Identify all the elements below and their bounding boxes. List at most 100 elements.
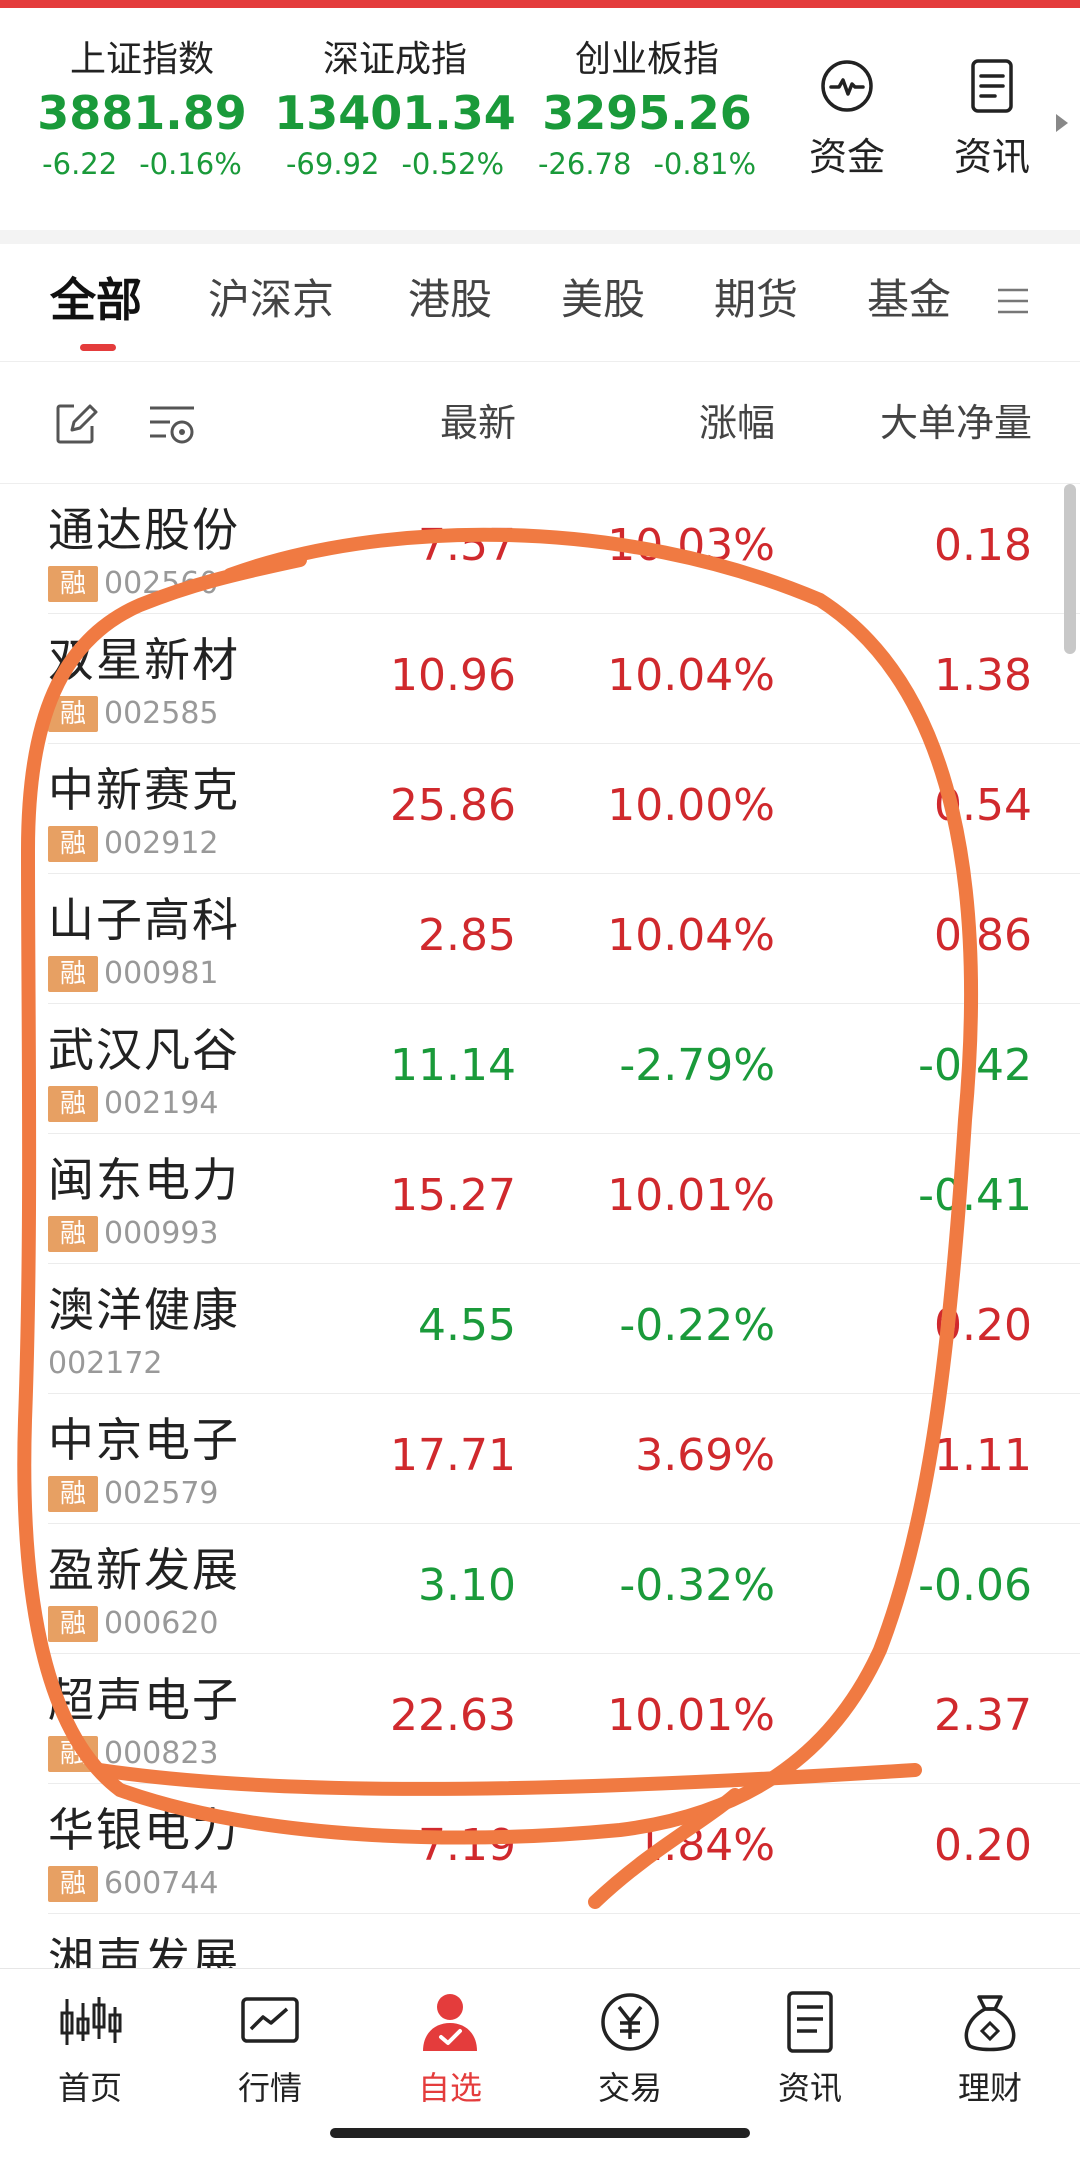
stock-name: 湘声发展	[48, 1933, 240, 1970]
table-row[interactable]: 澳洋健康 002172 4.55 -0.22% 0.20	[0, 1264, 1080, 1394]
active-tab-indicator	[80, 344, 116, 351]
stock-change-pct: -2.79%	[619, 1040, 775, 1091]
tab-hk-stocks[interactable]: 港股	[408, 272, 492, 328]
stock-big-order-net: 0.54	[934, 780, 1032, 831]
stock-code: 002194	[104, 1086, 219, 1121]
index-shenzhen[interactable]: 深证成指 13401.34 -69.92 -0.52%	[265, 38, 525, 184]
index-name: 上证指数	[69, 39, 214, 80]
stock-change-pct: 10.04%	[607, 650, 775, 701]
stock-name: 中新赛克	[48, 763, 240, 817]
margin-badge: 融	[48, 826, 98, 862]
tab-funds[interactable]: 基金	[867, 272, 951, 328]
table-row[interactable]: 中京电子融 002579 17.71 3.69% 1.11	[0, 1394, 1080, 1524]
menu-icon[interactable]	[996, 284, 1030, 318]
stock-price: 4.55	[418, 1300, 516, 1351]
stock-change-pct: 10.03%	[607, 520, 775, 571]
table-row[interactable]: 武汉凡谷融 002194 11.14 -2.79% -0.42	[0, 1004, 1080, 1134]
table-row[interactable]: 盈新发展融 000620 3.10 -0.32% -0.06	[0, 1524, 1080, 1654]
column-change-pct[interactable]: 涨幅	[560, 398, 775, 448]
stock-change-pct: 10.01%	[607, 1690, 775, 1741]
stock-name: 武汉凡谷	[48, 1023, 240, 1077]
funds-label: 资金	[808, 135, 885, 179]
document-icon	[971, 59, 1013, 113]
nav-home[interactable]: 首页	[20, 1989, 160, 2109]
nav-news-label: 资讯	[777, 2069, 842, 2107]
table-row[interactable]: 山子高科融 000981 2.85 10.04% 0.86	[0, 874, 1080, 1004]
margin-badge: 融	[48, 1736, 98, 1772]
chevron-right-icon[interactable]	[1052, 108, 1072, 138]
index-ticker-bar: 上证指数 3881.89 -6.22 -0.16% 深证成指 13401.34 -…	[0, 8, 1080, 230]
stock-code-line: 融 002579	[48, 1476, 219, 1512]
stock-price: 3.10	[418, 1560, 516, 1611]
index-change: -69.92	[285, 147, 380, 181]
stock-code-line: 融 002560	[48, 566, 219, 602]
market-tabs: 全部 沪深京 港股 美股 期货 基金	[0, 244, 1080, 362]
margin-badge: 融	[48, 1476, 98, 1512]
scrollbar[interactable]	[1064, 484, 1076, 654]
stock-big-order-net: 0.20	[934, 1820, 1032, 1871]
stock-big-order-net: -0.42	[918, 1040, 1032, 1091]
nav-wealth[interactable]: 理财	[920, 1989, 1060, 2109]
stock-price: 15.27	[390, 1170, 516, 1221]
tab-shanghai-shenzhen-beijing[interactable]: 沪深京	[208, 272, 334, 328]
stock-change-pct: -0.32%	[619, 1560, 775, 1611]
table-row[interactable]: 华银电力融 600744 7.19 1.84% 0.20	[0, 1784, 1080, 1914]
tab-futures[interactable]: 期货	[714, 272, 798, 328]
table-row[interactable]: 中新赛克融 002912 25.86 10.00% 0.54	[0, 744, 1080, 874]
stock-change-pct: 10.01%	[607, 1170, 775, 1221]
margin-badge: 融	[48, 696, 98, 732]
money-bag-icon	[964, 1995, 1016, 2052]
nav-market[interactable]: 行情	[200, 1989, 340, 2109]
nav-market-label: 行情	[237, 2069, 302, 2107]
stock-code: 002172	[48, 1346, 163, 1381]
nav-news[interactable]: 资讯	[740, 1989, 880, 2109]
margin-badge: 融	[48, 1216, 98, 1252]
index-shanghai[interactable]: 上证指数 3881.89 -6.22 -0.16%	[12, 38, 272, 184]
table-row[interactable]: 闽东电力融 000993 15.27 10.01% -0.41	[0, 1134, 1080, 1264]
index-chinext[interactable]: 创业板指 3295.26 -26.78 -0.81%	[517, 38, 777, 184]
table-row[interactable]: 通达股份融 002560 7.57 10.03% 0.18	[0, 484, 1080, 614]
stock-price: 11.14	[390, 1040, 516, 1091]
watchlist: 通达股份融 002560 7.57 10.03% 0.18 双星新材融 002585 10.9…	[0, 484, 1080, 1970]
index-pct: -0.81%	[653, 147, 757, 181]
tab-us-stocks[interactable]: 美股	[561, 272, 645, 328]
stock-code-line: 融 002912	[48, 826, 219, 862]
stock-code-line: 融 002194	[48, 1086, 219, 1122]
nav-trade[interactable]: 交易	[560, 1989, 700, 2109]
stock-code: 000993	[104, 1216, 219, 1251]
index-change: -6.22	[42, 147, 118, 181]
tab-all[interactable]: 全部	[50, 272, 142, 328]
margin-badge: 融	[48, 1866, 98, 1902]
stock-code: 002585	[104, 696, 219, 731]
stock-code: 000981	[104, 956, 219, 991]
news-icon	[787, 1991, 833, 2053]
index-value: 3881.89	[37, 86, 247, 140]
stock-code: 600744	[104, 1866, 219, 1901]
stock-price: 2.85	[418, 910, 516, 961]
stock-code-line: 融 000823	[48, 1736, 219, 1772]
column-latest-price[interactable]: 最新	[300, 398, 516, 448]
nav-watchlist[interactable]: 自选	[380, 1989, 520, 2109]
funds-button[interactable]: 资金	[787, 56, 907, 181]
index-pct: -0.16%	[139, 147, 242, 181]
table-row[interactable]: 湘声发展	[0, 1914, 1080, 1970]
nav-home-label: 首页	[57, 2069, 122, 2107]
column-big-order-net[interactable]: 大单净量	[800, 398, 1032, 448]
index-value: 3295.26	[542, 86, 752, 140]
margin-badge: 融	[48, 1606, 98, 1642]
index-name: 创业板指	[574, 39, 719, 80]
stock-price: 17.71	[390, 1430, 516, 1481]
stock-code: 000620	[104, 1606, 219, 1641]
table-row[interactable]: 双星新材融 002585 10.96 10.04% 1.38	[0, 614, 1080, 744]
edit-icon[interactable]	[52, 400, 100, 448]
stock-code-line: 融 000993	[48, 1216, 219, 1252]
stock-big-order-net: 0.20	[934, 1300, 1032, 1351]
margin-badge: 融	[48, 566, 98, 602]
table-row[interactable]: 超声电子融 000823 22.63 10.01% 2.37	[0, 1654, 1080, 1784]
stock-code-line: 融 000981	[48, 956, 219, 992]
stock-big-order-net: 1.11	[934, 1430, 1032, 1481]
news-button[interactable]: 资讯	[932, 56, 1052, 181]
group-settings-icon[interactable]	[148, 400, 196, 448]
candlestick-icon	[60, 1997, 122, 2045]
stock-code: 002579	[104, 1476, 219, 1511]
